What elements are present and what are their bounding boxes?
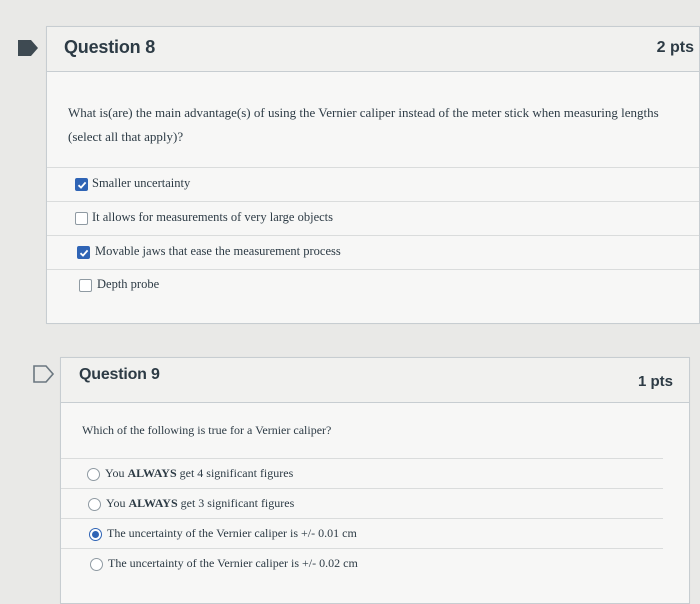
answer-row[interactable]: Depth probe <box>47 269 699 304</box>
radio-button[interactable] <box>90 558 103 571</box>
radio-button[interactable] <box>87 468 100 481</box>
checkbox[interactable] <box>77 246 90 259</box>
checkbox[interactable] <box>75 212 88 225</box>
answer-row[interactable]: It allows for measurements of very large… <box>47 201 699 236</box>
answer-row[interactable]: Movable jaws that ease the measurement p… <box>47 235 699 270</box>
question-9-title: Question 9 <box>79 366 160 383</box>
answer-label: Depth probe <box>97 277 160 291</box>
radio-button[interactable] <box>89 528 102 541</box>
question-9-card: Question 9 1 pts Which of the following … <box>60 357 690 604</box>
answer-label: You ALWAYS get 3 significant figures <box>106 496 295 510</box>
question-9-header: Question 9 1 pts <box>61 358 689 403</box>
question-8-title: Question 8 <box>64 37 156 57</box>
answer-label: It allows for measurements of very large… <box>92 210 334 224</box>
question-9-points: 1 pts <box>637 373 673 390</box>
answer-label: You ALWAYS get 4 significant figures <box>105 466 294 480</box>
question-8-text: What is(are) the main advantage(s) of us… <box>68 105 659 144</box>
radio-button[interactable] <box>88 498 101 511</box>
answer-row[interactable]: Smaller uncertainty <box>47 167 699 202</box>
flag-filled-icon[interactable] <box>16 38 40 58</box>
answer-row[interactable]: You ALWAYS get 4 significant figures <box>61 458 663 489</box>
answer-label: Movable jaws that ease the measurement p… <box>95 244 341 258</box>
checkbox[interactable] <box>75 178 88 191</box>
question-8-header: Question 8 2 pts <box>47 27 699 72</box>
question-8-card: Question 8 2 pts What is(are) the main a… <box>46 26 700 324</box>
answer-row[interactable]: You ALWAYS get 3 significant figures <box>61 488 663 519</box>
question-9-text: Which of the following is true for a Ver… <box>82 423 332 437</box>
answer-label: The uncertainty of the Vernier caliper i… <box>107 526 357 540</box>
answer-label: The uncertainty of the Vernier caliper i… <box>108 556 358 570</box>
checkbox[interactable] <box>79 279 92 292</box>
answer-label: Smaller uncertainty <box>92 176 191 190</box>
flag-outline-icon[interactable] <box>32 364 56 384</box>
answer-row[interactable]: The uncertainty of the Vernier caliper i… <box>61 518 663 549</box>
question-8-points: 2 pts <box>656 39 694 56</box>
answer-row[interactable]: The uncertainty of the Vernier caliper i… <box>61 548 663 579</box>
